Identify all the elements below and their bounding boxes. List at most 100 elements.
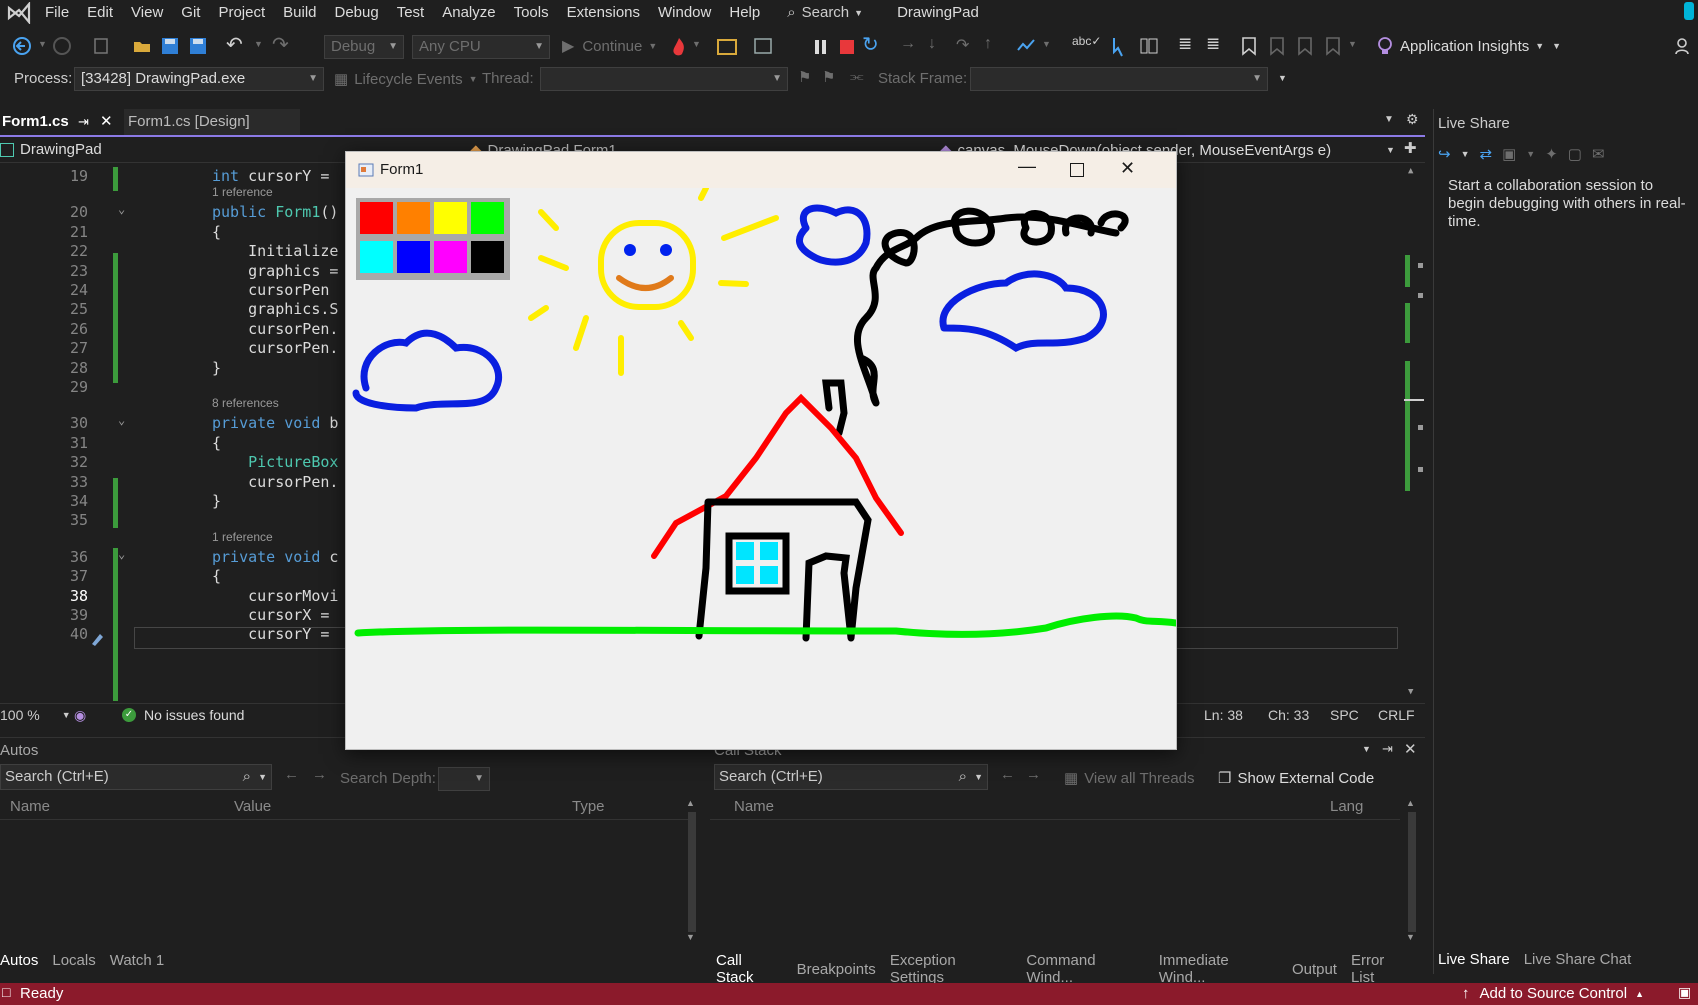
- tab-immediate-window[interactable]: Immediate Wind...: [1159, 952, 1278, 986]
- stack-frame-dropdown[interactable]: ▼: [970, 67, 1268, 91]
- account-badge[interactable]: [1684, 2, 1694, 20]
- tab-form1-design[interactable]: Form1.cs [Design]: [124, 109, 300, 135]
- menu-item-extensions[interactable]: Extensions: [558, 0, 649, 25]
- menu-item-debug[interactable]: Debug: [326, 0, 388, 25]
- restart-icon[interactable]: ↻: [862, 32, 879, 57]
- diagnostic-tools-icon[interactable]: [1016, 36, 1038, 58]
- autos-search-input[interactable]: Search (Ctrl+E) ⌕ ▼: [0, 764, 272, 790]
- menu-item-analyze[interactable]: Analyze: [433, 0, 504, 25]
- code-lens-references[interactable]: 8 references: [212, 396, 279, 410]
- save-icon[interactable]: [160, 36, 180, 56]
- scroll-thumb[interactable]: [1408, 812, 1416, 932]
- chevron-down-icon[interactable]: ▼: [1362, 744, 1371, 754]
- chevron-down-icon[interactable]: ▼: [692, 39, 701, 49]
- new-project-icon[interactable]: [92, 36, 112, 56]
- live-share-user-icon[interactable]: [1674, 36, 1694, 56]
- drawing-canvas[interactable]: [346, 188, 1176, 749]
- code-line[interactable]: graphics =: [212, 262, 338, 280]
- issues-indicator[interactable]: ✓ No issues found: [122, 707, 244, 723]
- code-line[interactable]: cursorX =: [212, 606, 329, 624]
- scroll-up-icon[interactable]: ▲: [1408, 166, 1413, 176]
- menu-item-project[interactable]: Project: [209, 0, 274, 25]
- stop-icon[interactable]: [838, 38, 856, 56]
- overflow-icon[interactable]: ▼: [1278, 73, 1287, 83]
- column-language[interactable]: Lang: [1330, 798, 1363, 815]
- tab-form1-cs[interactable]: Form1.cs ⇥ ✕: [0, 109, 118, 135]
- search-forward-icon[interactable]: →: [312, 766, 327, 783]
- join-session-icon[interactable]: ⇄: [1480, 145, 1493, 163]
- quick-actions-brush-icon[interactable]: [88, 629, 108, 647]
- share-icon[interactable]: ↪: [1438, 145, 1451, 163]
- autos-scrollbar[interactable]: ▲ ▼: [684, 796, 700, 946]
- show-next-statement-icon[interactable]: →: [900, 35, 916, 53]
- scroll-up-icon[interactable]: ▲: [686, 798, 695, 808]
- solution-configuration-dropdown[interactable]: Debug ▼: [324, 35, 404, 59]
- form1-title-bar[interactable]: Form1 — ✕: [346, 152, 1176, 188]
- chevron-down-icon[interactable]: ▼: [254, 39, 263, 49]
- code-line[interactable]: PictureBox: [212, 453, 338, 471]
- line-number[interactable]: Ln: 38: [1204, 707, 1243, 723]
- tab-command-window[interactable]: Command Wind...: [1026, 952, 1144, 986]
- next-bookmark-icon[interactable]: [1296, 36, 1314, 56]
- copilot-icon[interactable]: ◉: [74, 707, 86, 724]
- previous-bookmark-icon[interactable]: [1268, 36, 1286, 56]
- tab-live-share-chat[interactable]: Live Share Chat: [1524, 951, 1632, 968]
- step-into-icon[interactable]: ↓: [928, 35, 936, 53]
- flag-all-threads-icon[interactable]: ⚑: [822, 68, 835, 86]
- tab-output[interactable]: Output: [1292, 961, 1337, 978]
- tab-watch-1[interactable]: Watch 1: [110, 952, 164, 969]
- scroll-down-icon[interactable]: ▼: [1408, 687, 1413, 697]
- share-server-icon[interactable]: ▣: [1502, 145, 1516, 163]
- tab-autos[interactable]: Autos: [0, 952, 38, 969]
- code-line[interactable]: {: [212, 223, 221, 241]
- redo-icon[interactable]: ↷: [272, 32, 289, 57]
- code-line[interactable]: cursorPen: [212, 281, 329, 299]
- chevron-down-icon[interactable]: ▼: [1042, 39, 1051, 49]
- code-line[interactable]: cursorPen.: [212, 320, 338, 338]
- menu-item-view[interactable]: View: [122, 0, 172, 25]
- save-all-icon[interactable]: [188, 36, 208, 56]
- column-value[interactable]: Value: [234, 798, 271, 815]
- close-icon[interactable]: ✕: [1120, 158, 1135, 179]
- code-line[interactable]: Initialize: [212, 242, 338, 260]
- visual-studio-logo-icon[interactable]: [6, 1, 32, 24]
- view-all-threads-button[interactable]: ▦ View all Threads: [1064, 769, 1195, 788]
- code-line[interactable]: }: [212, 492, 221, 510]
- undo-icon[interactable]: ↶: [226, 32, 243, 57]
- tab-exception-settings[interactable]: Exception Settings: [890, 952, 1013, 986]
- bookmark-icon[interactable]: [1240, 36, 1258, 56]
- chevron-down-icon[interactable]: ▼: [1348, 39, 1357, 49]
- process-dropdown[interactable]: [33428] DrawingPad.exe ▼: [74, 67, 324, 91]
- platform-dropdown[interactable]: Any CPU ▼: [412, 35, 550, 59]
- add-to-source-control-button[interactable]: ↑ Add to Source Control ▲: [1462, 985, 1644, 1002]
- hot-reload-icon[interactable]: [668, 36, 690, 58]
- clear-bookmarks-icon[interactable]: [1324, 36, 1342, 56]
- gear-icon[interactable]: ⚙: [1406, 111, 1419, 128]
- menu-item-test[interactable]: Test: [388, 0, 434, 25]
- select-element-icon[interactable]: [1110, 36, 1132, 58]
- search-depth-dropdown[interactable]: ▼: [438, 767, 490, 791]
- scroll-down-icon[interactable]: ▼: [1406, 932, 1415, 942]
- code-line[interactable]: int cursorY =: [212, 167, 329, 185]
- pin-icon[interactable]: ⇥: [78, 109, 89, 135]
- code-line[interactable]: {: [212, 567, 221, 585]
- line-endings[interactable]: CRLF: [1378, 707, 1415, 723]
- spell-check-icon[interactable]: abc✓: [1072, 34, 1101, 48]
- notifications-bell-icon[interactable]: ▣: [1678, 984, 1691, 1001]
- tab-call-stack[interactable]: Call Stack: [716, 952, 783, 986]
- menu-item-tools[interactable]: Tools: [505, 0, 558, 25]
- chevron-down-icon[interactable]: ▼: [38, 39, 47, 49]
- menu-item-git[interactable]: Git: [172, 0, 209, 25]
- flag-thread-icon[interactable]: ⚑: [798, 68, 811, 86]
- menu-item-help[interactable]: Help: [720, 0, 769, 25]
- chevron-down-icon[interactable]: ▼: [1461, 149, 1470, 159]
- search-back-icon[interactable]: ←: [1000, 766, 1015, 783]
- outdent-icon[interactable]: ≣: [1206, 34, 1220, 54]
- chevron-down-icon[interactable]: ▼: [1386, 145, 1395, 155]
- code-line[interactable]: graphics.S: [212, 300, 338, 318]
- chevron-down-icon[interactable]: ▼: [1526, 149, 1535, 159]
- memory-usage-icon[interactable]: [752, 36, 774, 58]
- code-lens-references[interactable]: 1 reference: [212, 530, 273, 544]
- close-icon[interactable]: ✕: [1404, 740, 1417, 758]
- code-line[interactable]: public Form1(): [212, 203, 338, 221]
